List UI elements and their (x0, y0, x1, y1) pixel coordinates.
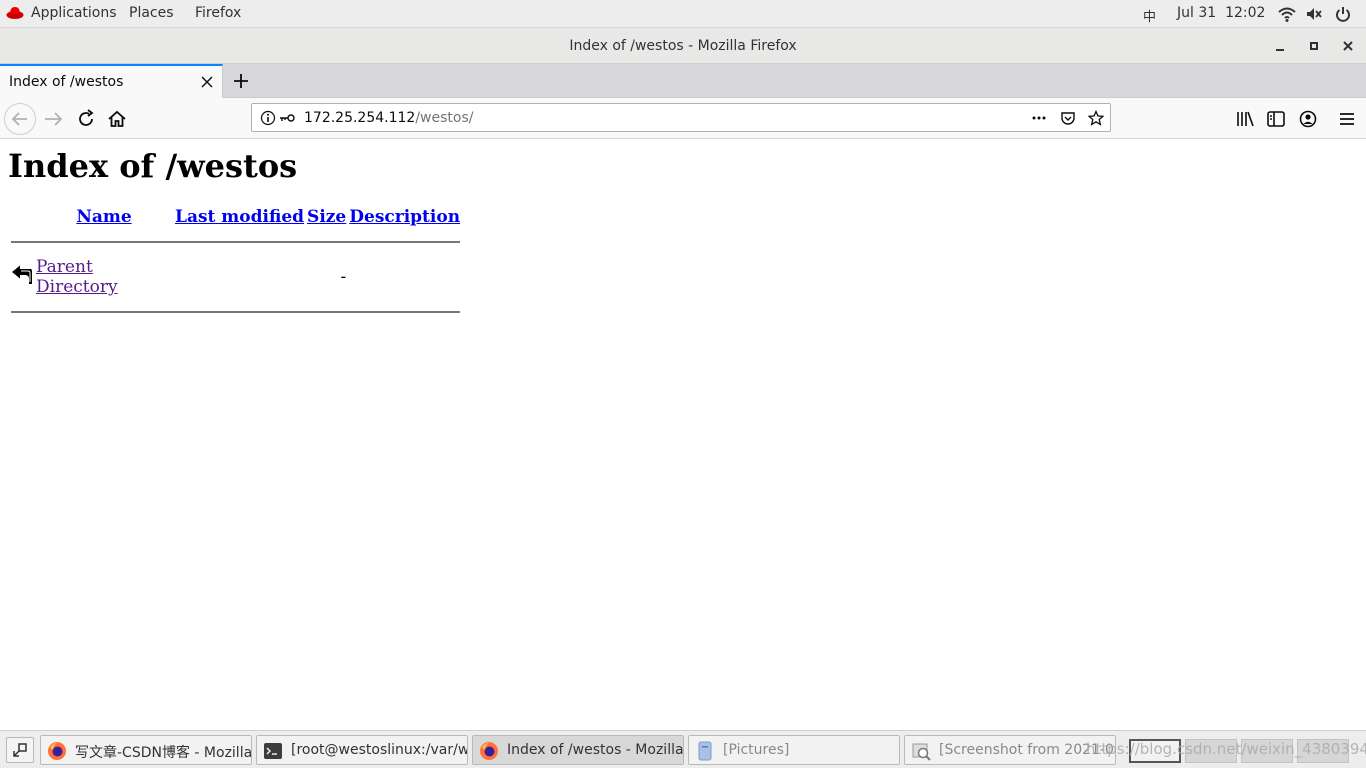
taskbar-item-terminal[interactable]: [root@westoslinux:/var/w... (256, 735, 468, 765)
column-header-size: Size (307, 207, 346, 227)
clock-date: Jul 31 (1177, 5, 1217, 21)
tab-label: Index of /westos (9, 74, 124, 90)
hamburger-menu-icon[interactable] (1336, 108, 1358, 130)
taskbar-item-pictures[interactable]: [Pictures] (688, 735, 900, 765)
input-method-indicator[interactable]: 中 (1143, 6, 1156, 25)
watermark: https://blog.csdn.net/weixin_43803940 (1086, 740, 1366, 758)
taskbar-item-label: Index of /westos - Mozilla ... (507, 742, 684, 758)
window-list-taskbar: 写文章-CSDN博客 - Mozilla... [root@westoslinu… (0, 730, 1366, 768)
tab-strip: Index of /westos (0, 64, 1366, 98)
divider (11, 241, 461, 243)
directory-listing-table: Name Last modified Size Description Pare… (8, 205, 463, 327)
page-heading: Index of /westos (8, 147, 298, 185)
clock-time: 12:02 (1225, 5, 1266, 21)
new-tab-icon[interactable] (231, 71, 251, 91)
window-title: Index of /westos - Mozilla Firefox (569, 38, 797, 54)
table-row: Parent Directory - (11, 257, 460, 297)
tab-index-of-westos[interactable]: Index of /westos (0, 64, 223, 98)
divider (11, 311, 461, 313)
terminal-icon (264, 743, 282, 759)
url-bar[interactable]: 172.25.254.112/westos/ (251, 103, 1111, 132)
separator-row (11, 229, 461, 255)
maximize-icon[interactable] (1305, 37, 1323, 55)
url-host: 172.25.254.112 (304, 110, 416, 126)
show-desktop-button[interactable] (6, 737, 34, 763)
back-arrow-icon (11, 112, 27, 126)
volume-icon[interactable] (1305, 5, 1323, 23)
site-info-icon[interactable] (260, 110, 276, 126)
window-titlebar[interactable]: Index of /westos - Mozilla Firefox (0, 28, 1366, 64)
taskbar-item-index-westos[interactable]: Index of /westos - Mozilla ... (472, 735, 684, 765)
row-size-cell: - (340, 267, 347, 287)
navigation-toolbar: 172.25.254.112/westos/ (0, 98, 1366, 139)
back-folder-icon (12, 265, 32, 284)
applications-menu[interactable]: Applications (31, 5, 117, 21)
column-header-last-modified: Last modified (175, 207, 304, 227)
close-window-icon[interactable] (1339, 37, 1357, 55)
forward-arrow-icon[interactable] (43, 108, 65, 130)
screenshot-icon (912, 743, 931, 761)
row-last-modified-cell (175, 257, 304, 297)
wifi-icon[interactable] (1278, 5, 1296, 23)
column-header-description: Description (349, 207, 460, 227)
taskbar-item-csdn[interactable]: 写文章-CSDN博客 - Mozilla... (40, 735, 252, 765)
taskbar-item-label: 写文章-CSDN博客 - Mozilla... (75, 745, 252, 761)
firefox-icon (480, 742, 498, 760)
redhat-logo-icon (6, 7, 24, 19)
power-icon[interactable] (1334, 5, 1352, 23)
taskbar-item-label: [Pictures] (723, 742, 790, 758)
sort-by-size-link[interactable]: Size (307, 207, 346, 227)
file-manager-icon (698, 741, 712, 761)
sort-by-last-modified-link[interactable]: Last modified (175, 207, 304, 227)
url-path: /westos/ (415, 110, 474, 126)
sort-by-name-link[interactable]: Name (76, 207, 131, 227)
firefox-icon (48, 742, 66, 760)
row-name-cell: Parent Directory (36, 257, 172, 297)
column-header-name: Name (36, 207, 172, 227)
library-icon[interactable] (1234, 108, 1256, 130)
home-icon[interactable] (106, 108, 128, 130)
close-tab-icon[interactable] (200, 75, 214, 89)
clock[interactable]: Jul 31 12:02 (1177, 5, 1265, 21)
key-icon[interactable] (279, 110, 295, 126)
parent-directory-link[interactable]: Parent Directory (36, 257, 118, 297)
page-content: Index of /westos Name Last modified Size… (0, 139, 1366, 729)
gnome-top-bar: Applications Places Firefox 中 Jul 31 12:… (0, 0, 1366, 28)
sidebar-icon[interactable] (1265, 108, 1287, 130)
back-button[interactable] (4, 103, 36, 135)
row-description-cell (349, 257, 460, 297)
url-text[interactable]: 172.25.254.112/westos/ (304, 110, 473, 126)
table-header-row: Name Last modified Size Description (11, 207, 460, 227)
row-icon-cell (11, 257, 33, 297)
taskbar-item-label: [root@westoslinux:/var/w... (291, 742, 468, 758)
firefox-app-menu[interactable]: Firefox (195, 5, 241, 21)
bookmark-star-icon[interactable] (1088, 110, 1104, 126)
taskbar-item-screenshot[interactable]: [Screenshot from 2021-07... (904, 735, 1116, 765)
separator-row (11, 299, 461, 325)
sort-by-description-link[interactable]: Description (349, 207, 460, 227)
icon-column-header (11, 207, 33, 227)
show-desktop-icon (13, 743, 27, 757)
reload-icon[interactable] (75, 108, 97, 130)
places-menu[interactable]: Places (129, 5, 174, 21)
page-actions-icon[interactable] (1031, 110, 1047, 126)
pocket-icon[interactable] (1060, 110, 1076, 126)
account-icon[interactable] (1297, 108, 1319, 130)
minimize-icon[interactable] (1271, 37, 1289, 55)
